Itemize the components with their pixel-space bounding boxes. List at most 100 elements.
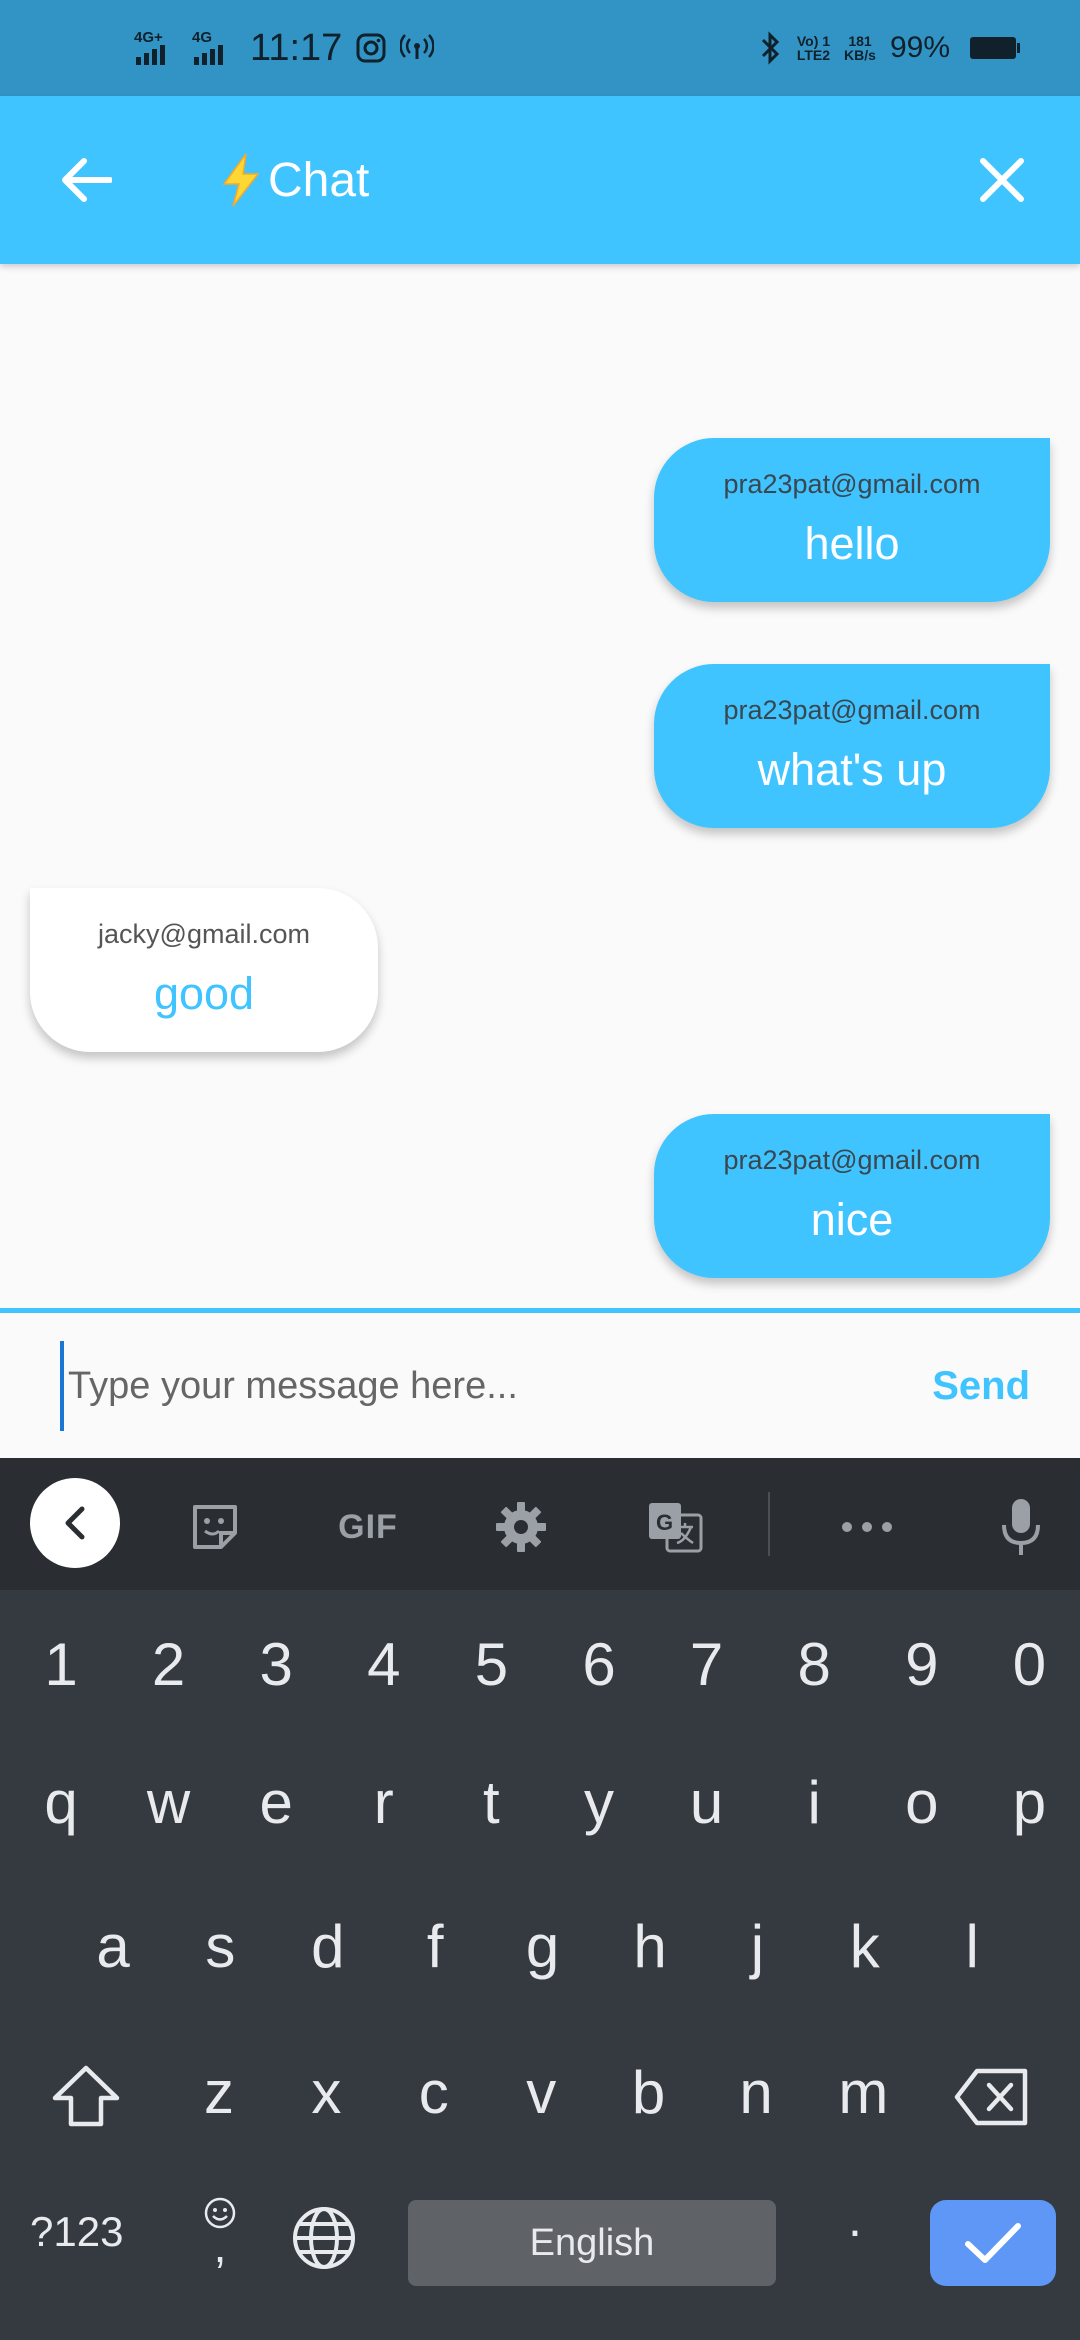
volte-indicator: Vo) 1 LTE2 xyxy=(796,33,831,63)
key-a[interactable]: a xyxy=(73,1912,153,1981)
gear-icon xyxy=(496,1502,546,1552)
key-o[interactable]: o xyxy=(882,1768,962,1837)
key-s[interactable]: s xyxy=(180,1912,260,1981)
key-0[interactable]: 0 xyxy=(989,1630,1069,1699)
shift-key[interactable] xyxy=(46,2058,126,2134)
hotspot-icon xyxy=(400,34,435,59)
key-5[interactable]: 5 xyxy=(451,1630,531,1699)
message-bubble-sent: pra23pat@gmail.com hello xyxy=(654,438,1050,602)
message-sender: pra23pat@gmail.com xyxy=(723,695,981,725)
key-g[interactable]: g xyxy=(503,1912,583,1981)
more-horizontal-icon xyxy=(842,1522,892,1532)
status-time: 11:17 xyxy=(250,26,343,69)
key-e[interactable]: e xyxy=(236,1768,316,1837)
more-options-button[interactable] xyxy=(822,1482,912,1572)
space-key[interactable]: English xyxy=(408,2200,776,2286)
app-bar: Chat xyxy=(0,96,1080,264)
gif-label: GIF xyxy=(338,1507,398,1546)
network-type-sim2: 4G xyxy=(192,29,213,46)
key-z[interactable]: z xyxy=(179,2058,259,2127)
period-key[interactable]: . xyxy=(848,2190,862,2248)
status-right: Vo) 1 LTE2 181 KB/s 99% xyxy=(759,0,1020,96)
key-m[interactable]: m xyxy=(823,2058,903,2127)
key-8[interactable]: 8 xyxy=(774,1630,854,1699)
microphone-icon xyxy=(1002,1499,1040,1555)
key-t[interactable]: t xyxy=(451,1768,531,1837)
send-button[interactable]: Send xyxy=(932,1341,1030,1431)
key-1[interactable]: 1 xyxy=(21,1630,101,1699)
key-x[interactable]: x xyxy=(286,2058,366,2127)
key-p[interactable]: p xyxy=(989,1768,1069,1837)
enter-key[interactable] xyxy=(930,2200,1056,2286)
message-bubble-received: jacky@gmail.com good xyxy=(30,888,378,1052)
message-text: good xyxy=(153,968,255,1019)
sticker-button[interactable] xyxy=(170,1482,260,1572)
battery-percent: 99% xyxy=(889,31,950,64)
message-sender: pra23pat@gmail.com xyxy=(723,469,981,499)
key-h[interactable]: h xyxy=(610,1912,690,1981)
symbols-key[interactable]: ?123 xyxy=(30,2208,123,2256)
key-d[interactable]: d xyxy=(288,1912,368,1981)
key-4[interactable]: 4 xyxy=(344,1630,424,1699)
page-title: Chat xyxy=(218,96,369,264)
message-bubble-sent: pra23pat@gmail.com what's up xyxy=(654,664,1050,828)
globe-icon xyxy=(293,2207,355,2269)
key-u[interactable]: u xyxy=(667,1768,747,1837)
status-left: 4G+ 4G 11:17 xyxy=(134,0,435,96)
shift-icon xyxy=(52,2065,120,2127)
key-w[interactable]: w xyxy=(129,1768,209,1837)
key-r[interactable]: r xyxy=(344,1768,424,1837)
arrow-left-icon xyxy=(62,158,112,202)
status-bar: 4G+ 4G 11:17 Vo) 1 LTE2 181 KB/s 99% xyxy=(0,0,1080,96)
keyboard-settings-button[interactable] xyxy=(476,1482,566,1572)
lightning-bolt-icon xyxy=(222,153,260,207)
key-q[interactable]: q xyxy=(21,1768,101,1837)
chevron-left-icon xyxy=(65,1506,85,1540)
instagram-icon xyxy=(356,33,386,63)
emoji-comma-key[interactable]: , xyxy=(196,2196,244,2272)
message-text: hello xyxy=(804,518,900,569)
signal-icon-sim1: 4G+ xyxy=(134,29,178,65)
battery-icon xyxy=(970,37,1020,59)
key-v[interactable]: v xyxy=(501,2058,581,2127)
voice-input-button[interactable] xyxy=(976,1482,1066,1572)
gif-button[interactable]: GIF xyxy=(318,1482,418,1572)
check-icon xyxy=(965,2223,1021,2263)
key-l[interactable]: l xyxy=(932,1912,1012,1981)
key-9[interactable]: 9 xyxy=(882,1630,962,1699)
key-3[interactable]: 3 xyxy=(236,1630,316,1699)
network-type-sim1: 4G+ xyxy=(134,29,163,46)
message-input[interactable] xyxy=(60,1341,880,1431)
translate-icon: G xyxy=(649,1503,703,1553)
key-j[interactable]: j xyxy=(717,1912,797,1981)
svg-text:G: G xyxy=(656,1510,673,1535)
backspace-key[interactable] xyxy=(950,2062,1034,2132)
keyboard-collapse-button[interactable] xyxy=(30,1478,120,1568)
key-f[interactable]: f xyxy=(395,1912,475,1981)
close-icon xyxy=(980,158,1024,202)
key-k[interactable]: k xyxy=(825,1912,905,1981)
key-2[interactable]: 2 xyxy=(129,1630,209,1699)
key-i[interactable]: i xyxy=(774,1768,854,1837)
page-title-text: Chat xyxy=(268,153,370,207)
message-list[interactable]: pra23pat@gmail.com hello pra23pat@gmail.… xyxy=(0,264,1080,1310)
keyboard-toolbar: GIF G xyxy=(0,1458,1080,1590)
key-c[interactable]: c xyxy=(394,2058,474,2127)
message-bubble-sent: pra23pat@gmail.com nice xyxy=(654,1114,1050,1278)
language-key[interactable] xyxy=(290,2204,358,2277)
comma-label: , xyxy=(213,2220,227,2272)
backspace-icon xyxy=(954,2068,1028,2126)
key-7[interactable]: 7 xyxy=(667,1630,747,1699)
key-6[interactable]: 6 xyxy=(559,1630,639,1699)
back-button[interactable] xyxy=(48,142,124,218)
message-text: what's up xyxy=(757,744,947,795)
message-sender: pra23pat@gmail.com xyxy=(723,1145,981,1175)
key-n[interactable]: n xyxy=(716,2058,796,2127)
network-speed: 181 KB/s xyxy=(844,33,876,63)
translate-button[interactable]: G xyxy=(630,1482,720,1572)
close-button[interactable] xyxy=(964,142,1040,218)
key-b[interactable]: b xyxy=(609,2058,689,2127)
toolbar-divider xyxy=(768,1492,770,1556)
key-y[interactable]: y xyxy=(559,1768,639,1837)
bluetooth-icon xyxy=(761,31,779,65)
